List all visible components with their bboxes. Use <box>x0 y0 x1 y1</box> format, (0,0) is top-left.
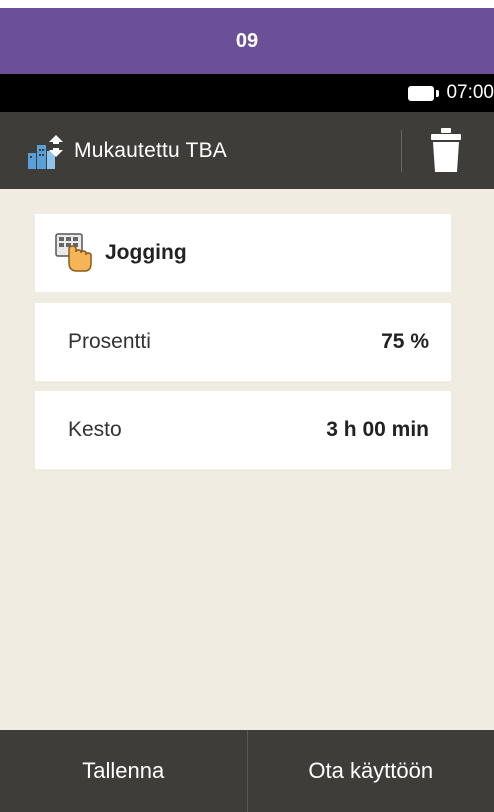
hand-keypad-icon <box>55 233 92 272</box>
top-title-bar: 09 <box>0 8 494 74</box>
percent-value: 75 % <box>381 330 429 353</box>
top-title: 09 <box>235 29 259 52</box>
mode-label: Jogging <box>105 241 187 264</box>
percent-row[interactable]: Prosentti 75 % <box>35 303 451 381</box>
duration-label: Kesto <box>68 418 122 441</box>
trash-icon[interactable] <box>428 126 464 174</box>
activate-button[interactable]: Ota käyttöön <box>248 730 494 812</box>
bottom-action-bar: Tallenna Ota käyttöön <box>0 730 494 812</box>
device-screen: 09 07:00 Mukautettu TBA Jogging Prosentt… <box>0 8 494 812</box>
duration-value: 3 h 00 min <box>326 418 429 441</box>
clock: 07:00 <box>446 82 494 103</box>
percent-label: Prosentti <box>68 330 151 353</box>
mode-row[interactable]: Jogging <box>35 214 451 292</box>
header-title: Mukautettu TBA <box>74 138 227 162</box>
buildings-arrows-icon <box>28 134 63 169</box>
app-header: Mukautettu TBA <box>0 112 494 189</box>
battery-icon <box>408 85 440 101</box>
save-button[interactable]: Tallenna <box>0 730 247 812</box>
header-divider <box>401 130 402 172</box>
status-bar: 07:00 <box>0 74 494 112</box>
duration-row[interactable]: Kesto 3 h 00 min <box>35 391 451 469</box>
